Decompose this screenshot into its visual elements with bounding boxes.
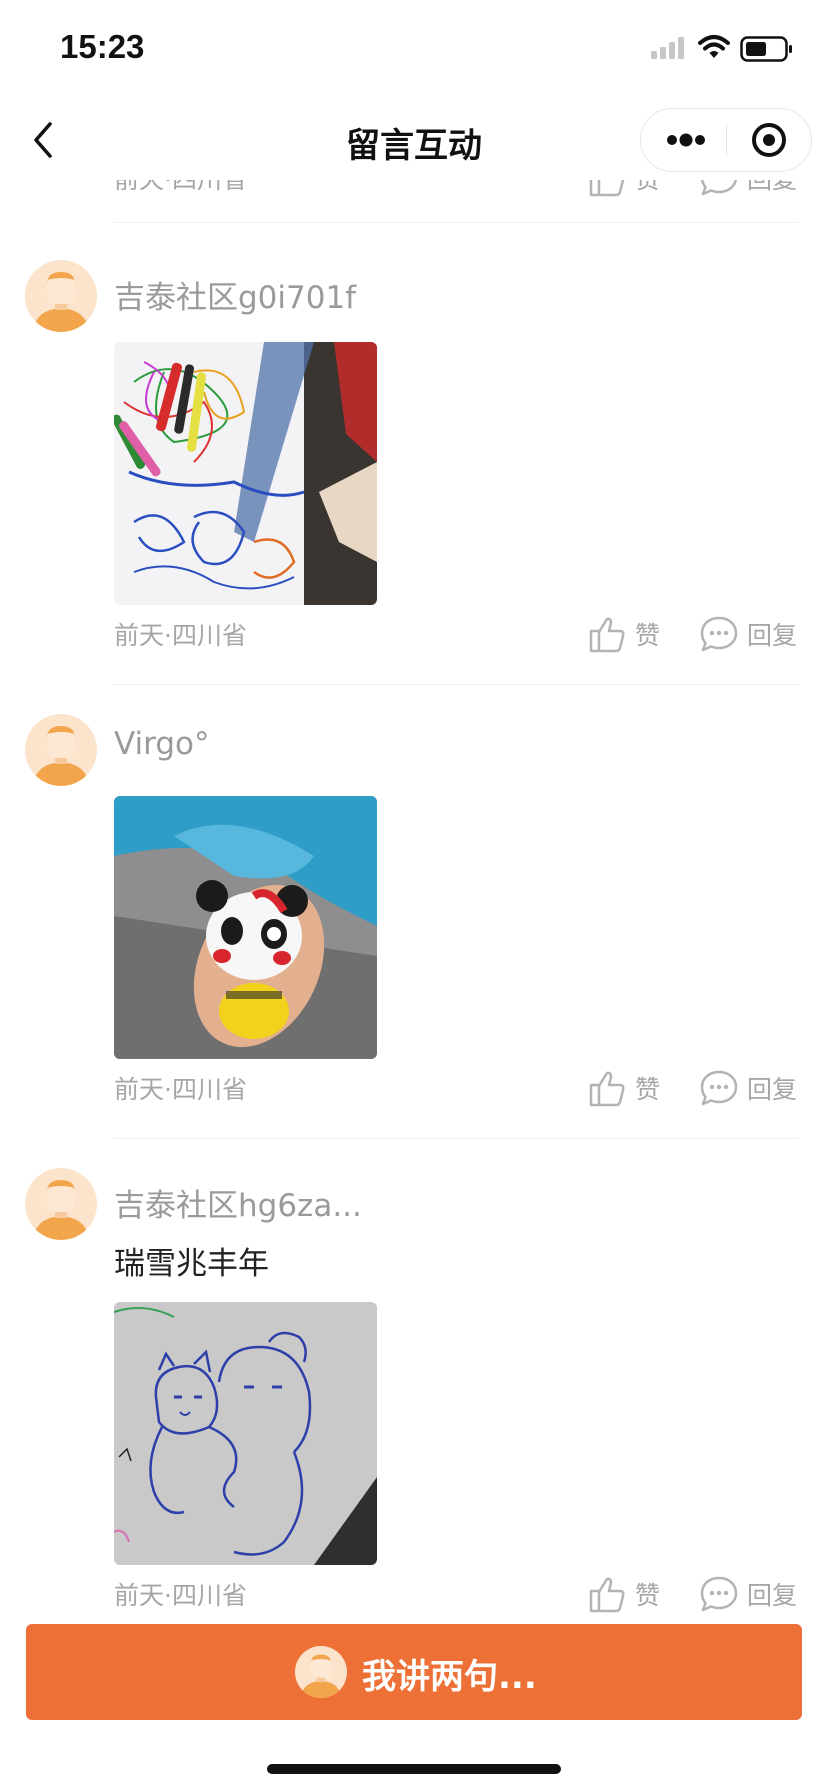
like-button[interactable]: 赞: [585, 1066, 665, 1110]
comment-item: 吉泰社区hg6za... 瑞雪兆丰年 前天·四川省 赞 回复: [0, 1168, 828, 1620]
comment-photo[interactable]: [114, 342, 377, 605]
battery-icon: [740, 36, 792, 62]
clay-panda-image: [114, 796, 377, 1059]
chat-bubble-icon: [700, 1576, 738, 1612]
more-button[interactable]: [641, 109, 727, 171]
like-label: 赞: [635, 1075, 661, 1104]
thumb-up-icon: [589, 1071, 625, 1107]
reply-button[interactable]: 回复: [697, 1572, 807, 1616]
reply-label: 回复: [747, 1075, 798, 1104]
comment-meta: 前天·四川省: [114, 1581, 247, 1610]
comment-divider: [114, 222, 798, 223]
thumb-up-icon: [589, 617, 625, 653]
avatar-icon: [25, 260, 97, 332]
comment-input-label: 我讲两句...: [362, 1657, 537, 1697]
comment-meta: 前天·四川省: [114, 180, 247, 196]
avatar: [25, 1168, 97, 1240]
comment-photo[interactable]: [114, 796, 377, 1059]
like-label: 赞: [635, 1581, 661, 1610]
comment-input-button[interactable]: 我讲两句...: [26, 1624, 802, 1720]
comment-photo[interactable]: [114, 1302, 377, 1565]
reply-label: 回复: [747, 1581, 798, 1610]
like-label: 赞: [635, 621, 661, 650]
comment-username[interactable]: 吉泰社区hg6za...: [114, 1180, 362, 1225]
avatar: [295, 1646, 347, 1698]
status-time: 15:23: [60, 28, 145, 65]
chat-bubble-icon: [700, 1070, 738, 1106]
chat-bubble-icon: [700, 180, 737, 196]
comment-username[interactable]: Virgo°: [114, 726, 209, 762]
reply-button[interactable]: 回复: [697, 180, 807, 200]
comment-item: 吉泰社区g0i701f 前天·四川省 赞 回复: [0, 260, 828, 694]
like-label: 赞: [635, 180, 660, 196]
thumb-up-icon: [589, 1577, 625, 1613]
avatar: [25, 714, 97, 786]
target-circle-icon: [752, 123, 786, 157]
nav-bar: 留言互动: [0, 100, 828, 180]
comment-meta: 前天·四川省: [114, 621, 247, 650]
reply-label: 回复: [747, 180, 797, 196]
avatar-icon: [25, 714, 97, 786]
screen: 15:23 留言互动 吉泰社区g0i701f 前天·四川省 赞 回复 Virgo…: [0, 0, 828, 1792]
chat-bubble-icon: [700, 616, 738, 652]
wifi-icon: [698, 35, 730, 58]
avatar: [25, 260, 97, 332]
comment-text: 瑞雪兆丰年: [114, 1246, 269, 1282]
like-button[interactable]: 赞: [585, 180, 665, 200]
reply-button[interactable]: 回复: [697, 1066, 807, 1110]
comment-divider: [114, 684, 798, 685]
home-indicator[interactable]: [267, 1764, 561, 1774]
crayon-drawing-image: [114, 342, 377, 605]
signal-icon: [651, 37, 684, 59]
avatar-icon: [295, 1646, 347, 1698]
status-bar: 15:23: [0, 0, 828, 92]
avatar-icon: [25, 1168, 97, 1240]
reply-label: 回复: [747, 621, 798, 650]
comment-item: 前天·四川省 赞 回复: [0, 180, 828, 240]
more-dots-icon: [667, 133, 705, 147]
thumb-up-icon: [589, 180, 625, 197]
miniapp-capsule: [640, 108, 812, 172]
comment-divider: [114, 1138, 798, 1139]
comment-item: Virgo° 前天·四川省 赞 回复: [0, 714, 828, 1148]
comment-meta: 前天·四川省: [114, 1075, 247, 1104]
comment-username[interactable]: 吉泰社区g0i701f: [114, 272, 356, 317]
like-button[interactable]: 赞: [585, 1572, 665, 1616]
close-miniapp-button[interactable]: [727, 109, 813, 171]
like-button[interactable]: 赞: [585, 612, 665, 656]
doodle-drawing-image: [114, 1302, 377, 1565]
comment-list[interactable]: 前天·四川省 赞 回复: [0, 180, 828, 1620]
reply-button[interactable]: 回复: [697, 612, 807, 656]
